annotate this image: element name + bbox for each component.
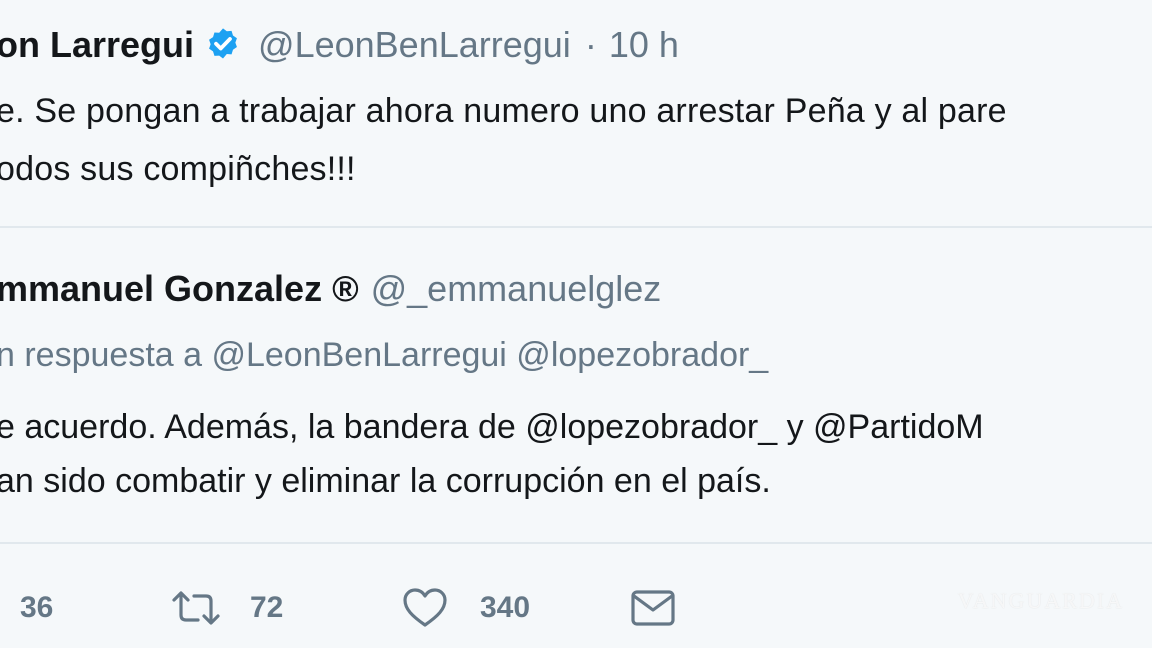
divider [0,542,1152,544]
quoted-author-handle[interactable]: @_emmanuelglez [371,268,662,310]
direct-message-button[interactable] [630,580,676,636]
retweet-button[interactable]: 72 [170,580,283,636]
tweet-text: e. Se pongan a trabajar ahora numero uno… [0,82,1007,198]
author-name[interactable]: on Larregui [0,24,194,66]
quoted-author-name[interactable]: mmanuel Gonzalez ® [0,268,359,310]
heart-icon [402,587,448,629]
tweet-timestamp[interactable]: 10 h [609,24,679,66]
retweet-count: 72 [250,591,284,624]
separator-dot: · [584,24,597,65]
reply-context: n respuesta a @LeonBenLarregui @lopezobr… [0,336,769,374]
reply-button[interactable]: 36 [20,580,53,636]
tweet-header: on Larregui @LeonBenLarregui · 10 h [0,24,679,66]
quoted-tweet-text: e acuerdo. Además, la bandera de @lopezo… [0,400,984,508]
reply-count: 36 [20,591,54,624]
quoted-text-line: e acuerdo. Además, la bandera de @lopezo… [0,408,984,446]
like-button[interactable]: 340 [402,580,530,636]
like-count: 340 [480,591,531,624]
quoted-text-line: an sido combatir y eliminar la corrupció… [0,462,771,500]
mail-icon [630,588,676,628]
verified-badge-icon [204,26,242,64]
watermark: VANGUARDIA [957,588,1124,613]
divider [0,226,1152,228]
author-handle[interactable]: @LeonBenLarregui [258,24,571,66]
retweet-icon [170,588,222,628]
tweet-text-line: e. Se pongan a trabajar ahora numero uno… [0,92,1007,130]
quoted-tweet-header: mmanuel Gonzalez ® @_emmanuelglez [0,268,661,310]
tweet-text-line: odos sus compiñches!!! [0,150,356,188]
